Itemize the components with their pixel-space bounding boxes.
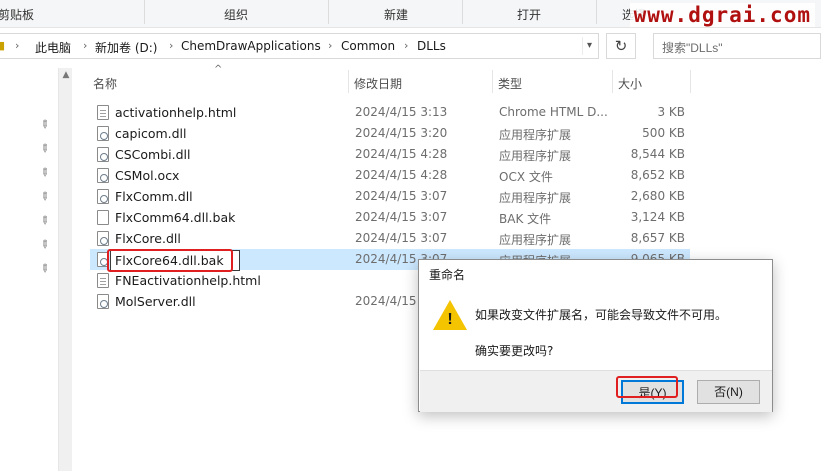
file-name: FlxComm.dll: [115, 189, 193, 204]
file-row[interactable]: FlxComm64.dll.bak 2024/4/15 3:07 BAK 文件 …: [90, 207, 690, 228]
file-date: 2024/4/15 4:28: [355, 168, 448, 182]
file-row[interactable]: FlxCore.dll 2024/4/15 3:07 应用程序扩展 8,657 …: [90, 228, 690, 249]
refresh-button[interactable]: ↻: [606, 33, 636, 59]
file-type: BAK 文件: [499, 212, 552, 226]
pin-icon[interactable]: ✎: [37, 213, 53, 229]
chevron-right-icon[interactable]: ›: [328, 39, 332, 52]
ribbon-separator: [462, 0, 463, 24]
file-type: OCX 文件: [499, 170, 553, 184]
breadcrumb-chemdraw[interactable]: ChemDrawApplications: [181, 39, 321, 53]
chevron-right-icon[interactable]: ›: [15, 39, 19, 52]
ribbon-new-label[interactable]: 新建: [384, 6, 408, 23]
file-name: FlxComm64.dll.bak: [115, 210, 236, 225]
folder-icon: ▮: [0, 39, 6, 52]
file-type: Chrome HTML D...: [499, 105, 608, 119]
file-size: 8,657 KB: [630, 231, 685, 245]
file-icon: [97, 210, 109, 225]
file-name: FlxCore.dll: [115, 231, 181, 246]
breadcrumb-this-pc[interactable]: 此电脑: [35, 39, 71, 56]
nav-scrollbar[interactable]: ▲: [58, 68, 72, 471]
annotation-highlight: [107, 249, 233, 272]
column-header-size[interactable]: 大小: [613, 68, 690, 95]
column-header-type[interactable]: 类型: [493, 68, 612, 95]
chevron-right-icon[interactable]: ›: [404, 39, 408, 52]
file-name: CSCombi.dll: [115, 147, 191, 162]
annotation-highlight: [616, 376, 678, 398]
refresh-icon: ↻: [614, 37, 628, 55]
no-button[interactable]: 否(N): [697, 380, 760, 404]
ribbon-separator: [144, 0, 145, 24]
file-date: 2024/4/15 3:13: [355, 105, 448, 119]
ribbon-organize-label[interactable]: 组织: [224, 6, 248, 23]
file-size: 8,544 KB: [630, 147, 685, 161]
chevron-right-icon[interactable]: ›: [83, 39, 87, 52]
file-type: 应用程序扩展: [499, 191, 572, 205]
file-date: 2024/4/15 3:20: [355, 126, 448, 140]
file-row[interactable]: capicom.dll 2024/4/15 3:20 应用程序扩展 500 KB: [90, 123, 690, 144]
file-size: 500 KB: [642, 126, 685, 140]
file-name: activationhelp.html: [115, 105, 237, 120]
dll-file-icon: [97, 168, 109, 183]
file-name: capicom.dll: [115, 126, 187, 141]
ribbon-separator: [596, 0, 597, 24]
breadcrumb-common[interactable]: Common: [341, 39, 395, 53]
breadcrumb-dlls[interactable]: DLLs: [417, 39, 446, 53]
html-file-icon: [97, 105, 109, 120]
breadcrumb-drive[interactable]: 新加卷 (D:): [95, 39, 157, 56]
chevron-right-icon[interactable]: ›: [169, 39, 173, 52]
file-size: 2,680 KB: [630, 189, 685, 203]
dialog-question: 确实要更改吗?: [475, 344, 554, 358]
file-date: 2024/4/15 4:28: [355, 147, 448, 161]
dll-file-icon: [97, 231, 109, 246]
ribbon-clipboard-label[interactable]: 剪贴板: [0, 6, 34, 23]
file-row[interactable]: activationhelp.html 2024/4/15 3:13 Chrom…: [90, 102, 690, 123]
dialog-title: 重命名: [429, 268, 466, 282]
ribbon-separator: [328, 0, 329, 24]
file-date: 2024/4/15 3:07: [355, 210, 448, 224]
file-size: 3 KB: [657, 105, 685, 119]
file-name: FNEactivationhelp.html: [115, 273, 261, 288]
file-type: 应用程序扩展: [499, 149, 572, 163]
file-size: 3,124 KB: [630, 210, 685, 224]
dll-file-icon: [97, 147, 109, 162]
address-bar[interactable]: ▮ › 此电脑 › 新加卷 (D:) › ChemDrawApplication…: [0, 33, 599, 59]
pin-icon[interactable]: ✎: [37, 189, 53, 205]
search-input[interactable]: 搜索"DLLs": [653, 33, 821, 59]
warning-icon-mark: !: [447, 311, 453, 328]
chevron-down-icon[interactable]: ▾: [582, 37, 596, 55]
dialog-message: 如果改变文件扩展名，可能会导致文件不可用。: [475, 308, 728, 322]
dll-file-icon: [97, 189, 109, 204]
file-size: 8,652 KB: [630, 168, 685, 182]
file-type: 应用程序扩展: [499, 233, 572, 247]
pin-icon[interactable]: ✎: [37, 117, 53, 133]
file-date: 2024/4/15 3:07: [355, 189, 448, 203]
dll-file-icon: [97, 126, 109, 141]
dll-file-icon: [97, 294, 109, 309]
column-separator[interactable]: [690, 70, 691, 93]
watermark: www.dgrai.com: [629, 3, 815, 27]
file-name: CSMol.ocx: [115, 168, 180, 183]
pin-icon[interactable]: ✎: [37, 261, 53, 277]
pin-icon[interactable]: ✎: [37, 237, 53, 253]
file-type: 应用程序扩展: [499, 128, 572, 142]
ribbon: 剪贴板 组织 新建 打开 选择 www.dgrai.com: [0, 0, 821, 28]
pin-icon[interactable]: ✎: [37, 141, 53, 157]
file-name: MolServer.dll: [115, 294, 196, 309]
chevron-up-icon[interactable]: ▲: [59, 70, 73, 80]
column-header-name[interactable]: 名称: [88, 68, 348, 95]
pin-icon[interactable]: ✎: [37, 165, 53, 181]
ribbon-open-label[interactable]: 打开: [517, 6, 541, 23]
file-row[interactable]: CSCombi.dll 2024/4/15 4:28 应用程序扩展 8,544 …: [90, 144, 690, 165]
file-date: 2024/4/15 3:07: [355, 231, 448, 245]
rename-dialog: 重命名 ! 如果改变文件扩展名，可能会导致文件不可用。 确实要更改吗? 是(Y)…: [418, 259, 773, 412]
html-file-icon: [97, 273, 109, 288]
file-row[interactable]: CSMol.ocx 2024/4/15 4:28 OCX 文件 8,652 KB: [90, 165, 690, 186]
file-row[interactable]: FlxComm.dll 2024/4/15 3:07 应用程序扩展 2,680 …: [90, 186, 690, 207]
column-header-date[interactable]: 修改日期: [349, 68, 492, 95]
